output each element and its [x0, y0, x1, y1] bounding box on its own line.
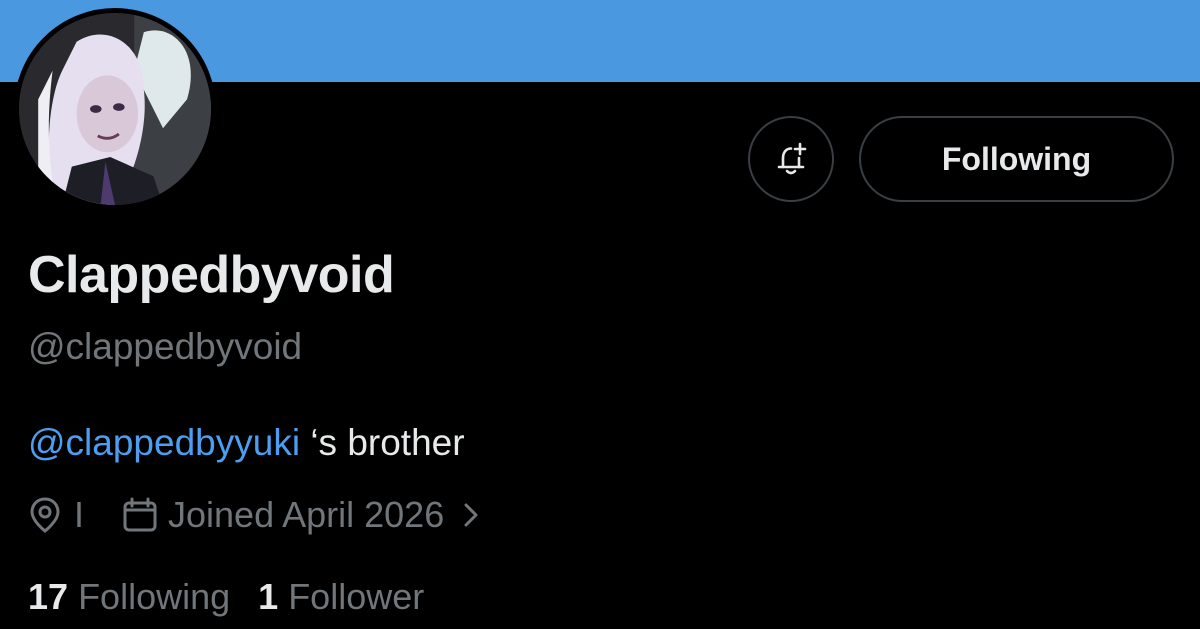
follow-stats: 17 Following 1 Follower: [28, 572, 424, 622]
following-count-link[interactable]: 17 Following: [28, 572, 230, 622]
display-name: Clappedbyvoid: [28, 246, 395, 304]
following-button[interactable]: Following: [859, 116, 1174, 202]
profile-meta: I Joined April 2026: [28, 490, 480, 540]
location-pin-icon: [28, 496, 62, 534]
chevron-right-icon[interactable]: [462, 501, 480, 529]
joined-date: Joined April 2026: [168, 494, 445, 535]
bell-plus-icon: [777, 142, 807, 175]
bio-text: ‘s brother: [300, 422, 465, 463]
followers-count-link[interactable]: 1 Follower: [258, 572, 424, 622]
bio-mention-link[interactable]: @clappedbyyuki: [28, 422, 300, 463]
following-count: 17: [28, 576, 69, 617]
calendar-icon: [122, 497, 158, 533]
username-handle: @clappedbyvoid: [28, 326, 303, 367]
profile-bio: @clappedbyyuki ‘s brother: [28, 418, 465, 468]
profile-avatar[interactable]: [14, 8, 216, 210]
followers-label: Follower: [288, 576, 425, 617]
followers-count: 1: [258, 576, 279, 617]
avatar-image: [19, 13, 211, 205]
notify-button[interactable]: [748, 116, 834, 202]
following-label: Following: [78, 576, 231, 617]
location-text: I: [74, 494, 85, 535]
following-button-label: Following: [941, 140, 1092, 177]
